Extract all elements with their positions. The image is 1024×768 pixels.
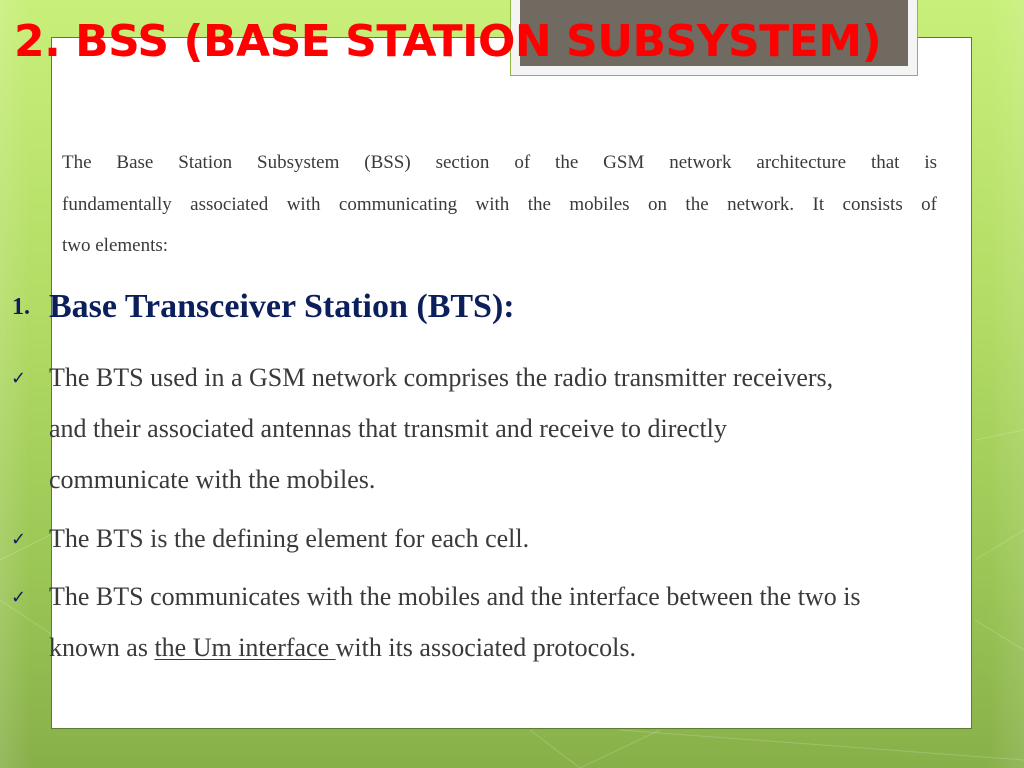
bullet-line: The BTS used in a GSM network comprises … xyxy=(49,363,834,392)
bullet-line: known as the Um interface with its assoc… xyxy=(49,633,637,662)
check-mark-icon: ✓ xyxy=(11,368,27,389)
check-mark-icon: ✓ xyxy=(11,529,27,550)
section-number: 1. xyxy=(12,294,30,320)
slide-title: 2. BSS (BASE STATION SUBSYSTEM) xyxy=(14,16,882,67)
bullet-line: and their associated antennas that trans… xyxy=(49,414,727,443)
bullet-line: The BTS is the defining element for each… xyxy=(49,524,530,553)
intro-line: two elements: xyxy=(62,235,169,256)
intro-paragraph: The Base Station Subsystem (BSS) section… xyxy=(62,142,937,267)
um-interface-link[interactable]: the Um interface xyxy=(154,633,335,662)
bullet-line: The BTS communicates with the mobiles an… xyxy=(49,582,861,611)
intro-line: fundamentally associated with communicat… xyxy=(62,193,937,215)
intro-line: The Base Station Subsystem (BSS) section… xyxy=(62,152,937,173)
section-heading: Base Transceiver Station (BTS): xyxy=(49,288,515,325)
bullet-line: communicate with the mobiles. xyxy=(49,465,376,494)
check-mark-icon: ✓ xyxy=(11,587,27,608)
